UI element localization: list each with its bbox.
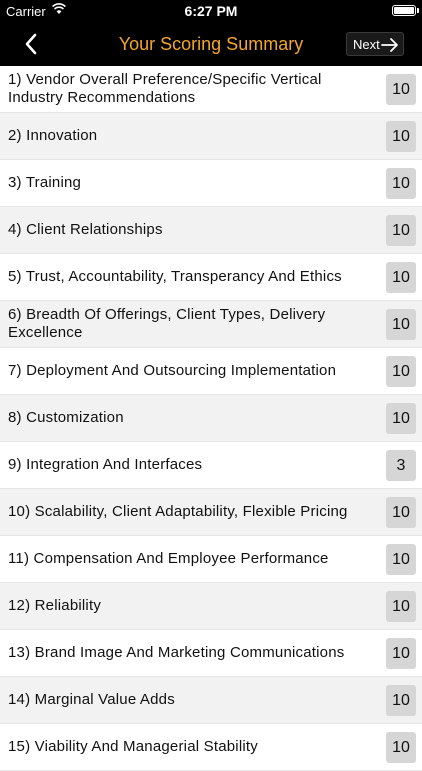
score-badge[interactable]: 10 — [386, 497, 416, 528]
list-item[interactable]: 2) Innovation 10 — [0, 113, 422, 160]
status-bar: Carrier 6:27 PM — [0, 0, 422, 22]
navigation-bar: Your Scoring Summary Next — [0, 22, 422, 66]
item-label: 5) Trust, Accountability, Transperancy A… — [8, 268, 342, 285]
score-badge[interactable]: 10 — [386, 638, 416, 669]
status-time: 6:27 PM — [184, 3, 238, 19]
score-badge[interactable]: 10 — [386, 121, 416, 152]
list-item[interactable]: 10) Scalability, Client Adaptability, Fl… — [0, 489, 422, 536]
list-item[interactable]: 3) Training 10 — [0, 160, 422, 207]
score-badge[interactable]: 10 — [386, 544, 416, 575]
score-badge[interactable]: 10 — [386, 309, 416, 340]
score-badge[interactable]: 10 — [386, 403, 416, 434]
item-label: 6) Breadth Of Offerings, Client Types, D… — [8, 306, 326, 341]
score-badge[interactable]: 10 — [386, 591, 416, 622]
item-label: 9) Integration And Interfaces — [8, 456, 203, 473]
item-label: 2) Innovation — [8, 127, 98, 144]
score-badge[interactable]: 10 — [386, 74, 416, 105]
list-item[interactable]: 13) Brand Image And Marketing Communicat… — [0, 630, 422, 677]
item-label: 3) Training — [8, 174, 82, 191]
item-label: 12) Reliability — [8, 597, 102, 614]
item-label: 10) Scalability, Client Adaptability, Fl… — [8, 503, 348, 520]
score-badge[interactable]: 10 — [386, 685, 416, 716]
item-label: 11) Compensation And Employee Performanc… — [8, 550, 329, 567]
item-label: 13) Brand Image And Marketing Communicat… — [8, 644, 345, 661]
item-label: 15) Viability And Managerial Stability — [8, 738, 258, 755]
next-button[interactable]: Next — [346, 32, 404, 56]
battery-tip — [417, 8, 419, 13]
item-label: 7) Deployment And Outsourcing Implementa… — [8, 362, 337, 379]
item-label: 14) Marginal Value Adds — [8, 691, 175, 708]
item-label: 4) Client Relationships — [8, 221, 163, 238]
next-button-label: Next — [353, 37, 380, 52]
list-item[interactable]: 8) Customization 10 — [0, 395, 422, 442]
score-badge[interactable]: 10 — [386, 168, 416, 199]
list-item[interactable]: 6) Breadth Of Offerings, Client Types, D… — [0, 301, 422, 348]
battery-icon — [392, 5, 416, 16]
list-item[interactable]: 14) Marginal Value Adds 10 — [0, 677, 422, 724]
list-item[interactable]: 12) Reliability 10 — [0, 583, 422, 630]
score-badge[interactable]: 10 — [386, 732, 416, 763]
list-item[interactable]: 11) Compensation And Employee Performanc… — [0, 536, 422, 583]
list-item[interactable]: 1) Vendor Overall Preference/Specific Ve… — [0, 66, 422, 113]
item-label: 8) Customization — [8, 409, 124, 426]
list-item[interactable]: 4) Client Relationships 10 — [0, 207, 422, 254]
item-label: 1) Vendor Overall Preference/Specific Ve… — [8, 71, 322, 106]
arrow-right-icon — [381, 38, 398, 52]
score-badge[interactable]: 3 — [386, 450, 416, 481]
score-list: 1) Vendor Overall Preference/Specific Ve… — [0, 66, 422, 771]
score-badge[interactable]: 10 — [386, 356, 416, 387]
list-item[interactable]: 15) Viability And Managerial Stability 10 — [0, 724, 422, 771]
score-badge[interactable]: 10 — [386, 262, 416, 293]
list-item[interactable]: 7) Deployment And Outsourcing Implementa… — [0, 348, 422, 395]
list-item[interactable]: 5) Trust, Accountability, Transperancy A… — [0, 254, 422, 301]
battery-level-fill — [394, 7, 414, 14]
list-item[interactable]: 9) Integration And Interfaces 3 — [0, 442, 422, 489]
score-badge[interactable]: 10 — [386, 215, 416, 246]
